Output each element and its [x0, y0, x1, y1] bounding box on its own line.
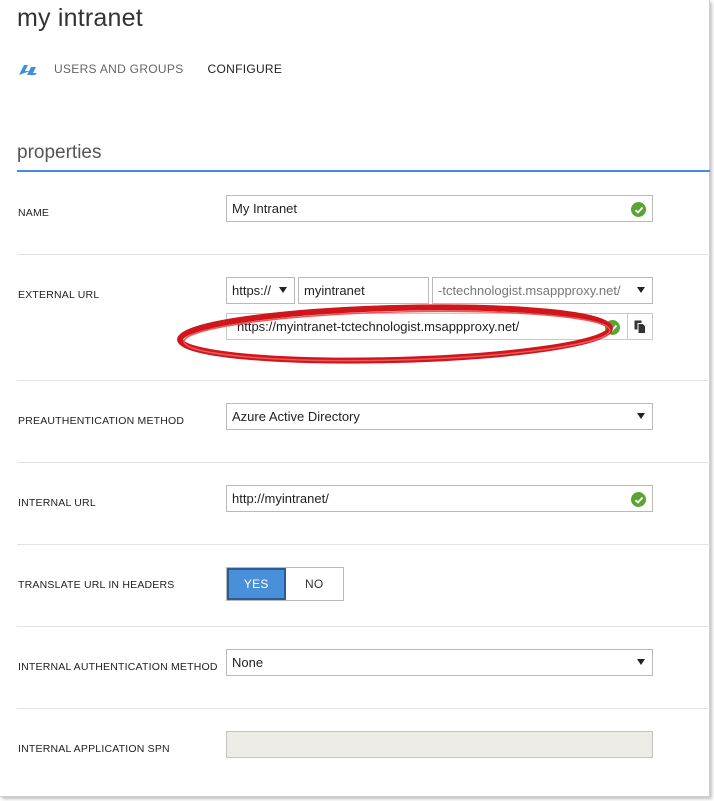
name-input[interactable]: My Intranet: [226, 195, 653, 222]
nav-users-and-groups[interactable]: USERS AND GROUPS: [54, 62, 184, 76]
chevron-down-icon: [637, 287, 645, 293]
top-nav: USERS AND GROUPS CONFIGURE: [17, 60, 282, 78]
domain-select[interactable]: -tctechnologist.msappproxy.net/: [432, 277, 653, 304]
chevron-down-icon: [637, 413, 645, 419]
translate-url-label: TRANSLATE URL IN HEADERS: [18, 579, 175, 591]
internal-url-value: http://myintranet/: [232, 491, 329, 506]
valid-check-icon: [605, 320, 620, 335]
valid-check-icon: [631, 202, 646, 217]
chevron-down-icon: [279, 287, 287, 293]
subdomain-input[interactable]: myintranet: [298, 277, 429, 304]
row-divider: [17, 708, 710, 709]
row-divider: [17, 626, 710, 627]
section-title: properties: [17, 142, 102, 163]
toggle-yes-button[interactable]: YES: [227, 568, 286, 600]
internal-auth-method-value: None: [232, 655, 264, 670]
app-frame: my intranet USERS AND GROUPS CONFIGURE p…: [0, 0, 710, 797]
internal-url-label: INTERNAL URL: [18, 497, 96, 509]
quick-start-icon[interactable]: [17, 61, 39, 77]
copy-icon: [634, 320, 646, 334]
preauth-method-label: PREAUTHENTICATION METHOD: [18, 415, 185, 427]
translate-url-toggle: YES NO: [226, 567, 344, 601]
full-external-url-value: https://myintranet-tctechnologist.msappp…: [237, 319, 520, 334]
row-divider: [17, 544, 710, 545]
name-value: My Intranet: [232, 201, 298, 216]
valid-check-icon: [631, 492, 646, 507]
toggle-no-button[interactable]: NO: [285, 568, 343, 600]
domain-value: -tctechnologist.msappproxy.net/: [438, 283, 621, 298]
internal-auth-method-select[interactable]: None: [226, 649, 653, 676]
nav-configure[interactable]: CONFIGURE: [208, 62, 283, 76]
section-divider: [17, 170, 710, 172]
page-title: my intranet: [17, 4, 143, 32]
chevron-down-icon: [637, 659, 645, 665]
internal-app-spn-label: INTERNAL APPLICATION SPN: [18, 743, 170, 755]
internal-auth-method-label: INTERNAL AUTHENTICATION METHOD: [18, 661, 218, 673]
full-external-url-field[interactable]: https://myintranet-tctechnologist.msappp…: [226, 313, 653, 340]
row-divider: [17, 254, 710, 255]
row-divider: [17, 462, 710, 463]
internal-url-input[interactable]: http://myintranet/: [226, 485, 653, 512]
copy-url-button[interactable]: [627, 314, 652, 339]
external-url-label: EXTERNAL URL: [18, 289, 100, 301]
scheme-select[interactable]: https://: [226, 277, 295, 304]
preauth-method-value: Azure Active Directory: [232, 409, 360, 424]
internal-app-spn-input[interactable]: [226, 731, 653, 758]
row-divider: [17, 380, 710, 381]
name-label: NAME: [18, 207, 50, 219]
subdomain-value: myintranet: [304, 283, 365, 298]
preauth-method-select[interactable]: Azure Active Directory: [226, 403, 653, 430]
scheme-value: https://: [232, 283, 272, 298]
